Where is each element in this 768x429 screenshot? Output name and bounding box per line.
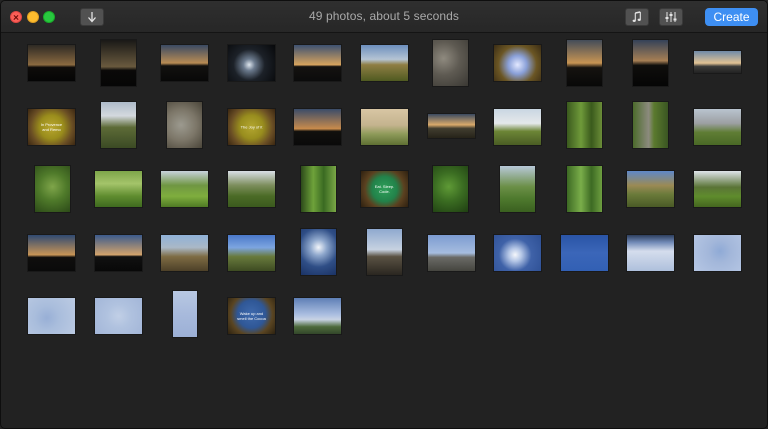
app-window: 49 photos, about 5 seconds Create In Pro <box>0 0 768 429</box>
photo-thumbnail[interactable] <box>633 40 668 86</box>
photo-thumbnail[interactable] <box>433 166 468 212</box>
photo-thumbnail[interactable] <box>28 235 75 271</box>
photo-thumbnail[interactable] <box>361 45 408 81</box>
photo-thumbnail[interactable] <box>694 109 741 145</box>
photo-thumbnail[interactable]: In Provence and Remo <box>28 109 75 145</box>
window-title: 49 photos, about 5 seconds <box>308 9 460 23</box>
photo-caption: The Joy of it <box>240 124 263 130</box>
music-note-icon <box>632 11 641 22</box>
photo-thumbnail[interactable] <box>494 45 541 81</box>
photo-thumbnail[interactable] <box>101 40 136 86</box>
photo-thumbnail[interactable] <box>694 235 741 271</box>
photo-thumbnail[interactable] <box>173 291 197 337</box>
photo-thumbnail[interactable] <box>301 229 336 275</box>
photo-thumbnail[interactable] <box>694 51 741 73</box>
photo-thumbnail[interactable] <box>161 235 208 271</box>
photo-thumbnail[interactable]: Wake up and smell the Cocoa <box>228 298 275 334</box>
photo-thumbnail[interactable] <box>633 102 668 148</box>
photo-thumbnail[interactable] <box>433 40 468 86</box>
photo-thumbnail[interactable] <box>361 109 408 145</box>
photo-caption: Wake up and smell the Cocoa <box>237 311 266 321</box>
titlebar: 49 photos, about 5 seconds Create <box>1 1 767 33</box>
photo-thumbnail[interactable] <box>167 102 202 148</box>
create-button[interactable]: Create <box>705 8 758 26</box>
photo-thumbnail[interactable] <box>228 171 275 207</box>
photo-thumbnail[interactable] <box>494 235 541 271</box>
photo-thumbnail[interactable] <box>494 109 541 145</box>
photo-grid: In Provence and Remo The Joy of it Eat. Sl… <box>1 32 767 428</box>
photo-thumbnail[interactable] <box>95 298 142 334</box>
photo-thumbnail[interactable] <box>35 166 70 212</box>
photo-thumbnail[interactable] <box>500 166 535 212</box>
photo-thumbnail[interactable] <box>161 45 208 81</box>
photo-thumbnail[interactable] <box>567 102 602 148</box>
photo-thumbnail[interactable] <box>301 166 336 212</box>
photo-thumbnail[interactable] <box>694 171 741 207</box>
photo-thumbnail[interactable] <box>95 235 142 271</box>
adjust-button[interactable] <box>659 8 683 26</box>
photo-caption: In Provence and Remo <box>40 122 63 132</box>
photo-thumbnail[interactable] <box>228 235 275 271</box>
photo-thumbnail[interactable] <box>95 171 142 207</box>
photo-thumbnail[interactable]: Eat. Sleep. Code. <box>361 171 408 207</box>
photo-thumbnail[interactable] <box>101 102 136 148</box>
photo-thumbnail[interactable] <box>428 235 475 271</box>
photo-thumbnail[interactable] <box>28 298 75 334</box>
photo-thumbnail[interactable] <box>367 229 402 275</box>
photo-thumbnail[interactable] <box>567 166 602 212</box>
photo-thumbnail[interactable] <box>294 298 341 334</box>
photo-thumbnail[interactable] <box>294 45 341 81</box>
photo-thumbnail[interactable] <box>294 109 341 145</box>
sliders-icon <box>665 12 677 22</box>
photo-thumbnail[interactable]: The Joy of it <box>228 109 275 145</box>
photo-caption: Eat. Sleep. Code. <box>374 184 395 194</box>
photo-thumbnail[interactable] <box>228 45 275 81</box>
photo-thumbnail[interactable] <box>561 235 608 271</box>
music-button[interactable] <box>625 8 649 26</box>
photo-thumbnail[interactable] <box>161 171 208 207</box>
photo-thumbnail[interactable] <box>428 114 475 138</box>
photo-thumbnail[interactable] <box>28 45 75 81</box>
photo-thumbnail[interactable] <box>627 235 674 271</box>
photo-thumbnail[interactable] <box>567 40 602 86</box>
photo-thumbnail[interactable] <box>627 171 674 207</box>
